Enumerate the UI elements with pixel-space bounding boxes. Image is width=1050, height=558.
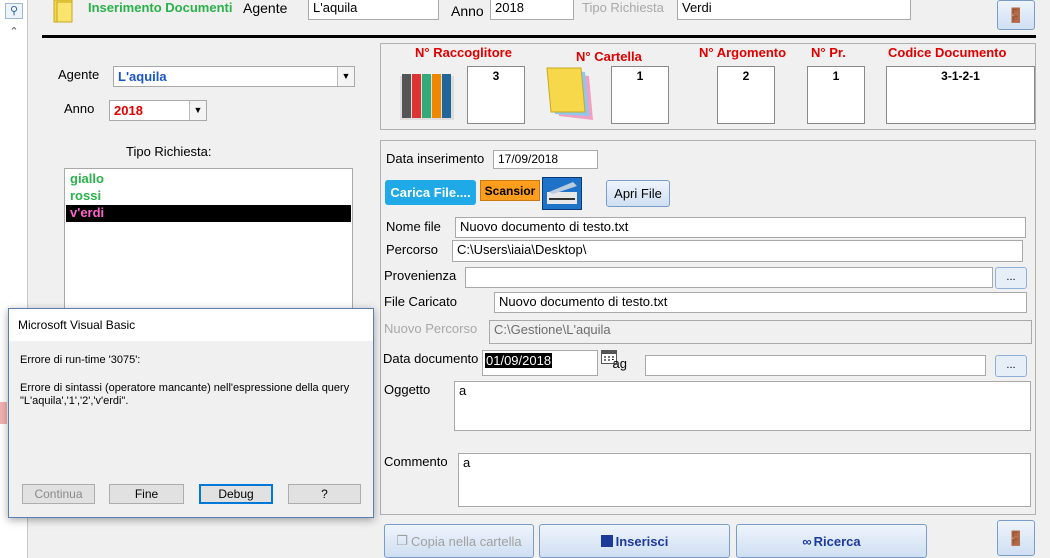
oggetto-field[interactable]: a xyxy=(454,381,1031,431)
tag-field[interactable] xyxy=(645,355,986,376)
oggetto-label: Oggetto xyxy=(384,382,431,397)
anno-combo[interactable]: 2018 ▼ xyxy=(109,100,207,121)
apri-file-button[interactable]: Apri File xyxy=(606,180,670,207)
cartella-label: N° Cartella xyxy=(576,49,642,64)
nome-file-label: Nome file xyxy=(386,219,441,234)
document-icon xyxy=(48,0,78,24)
exit-door-icon: 🚪 xyxy=(1007,6,1025,23)
fine-button[interactable]: Fine xyxy=(109,484,184,504)
search-icon[interactable]: ⚲ xyxy=(5,3,23,19)
exit-button-bottom[interactable]: 🚪 xyxy=(997,520,1035,556)
codice-value[interactable]: 3-1-2-1 xyxy=(886,66,1035,124)
list-item[interactable]: rossi xyxy=(66,188,351,205)
data-documento-field[interactable]: 01/09/2018 xyxy=(482,350,598,376)
nuovo-percorso-field: C:\Gestione\L'aquila xyxy=(489,320,1032,344)
binoculars-icon: ∞ xyxy=(802,533,812,549)
tag-browse-button[interactable]: ... xyxy=(995,355,1027,377)
exit-button-top[interactable]: 🚪 xyxy=(997,0,1035,30)
copia-cartella-button: ❐ Copia nella cartella xyxy=(384,524,534,558)
data-inserimento-label: Data inserimento xyxy=(386,151,485,166)
dialog-message-2: "L'aquila','1','2','v'erdi". xyxy=(20,395,129,407)
header-anno-field[interactable]: 2018 xyxy=(490,0,574,20)
data-documento-label: Data documento xyxy=(383,351,479,366)
anno-label: Anno xyxy=(64,101,95,116)
agente-label: Agente xyxy=(58,67,100,82)
commento-label: Commento xyxy=(384,454,448,469)
argomento-value[interactable]: 2 xyxy=(717,66,775,124)
chevron-down-icon[interactable]: ▼ xyxy=(189,101,206,120)
ricerca-button[interactable]: ∞ Ricerca xyxy=(736,524,927,558)
header-divider xyxy=(42,35,1036,38)
scanner-icon[interactable] xyxy=(542,177,582,210)
dialog-title: Microsoft Visual Basic xyxy=(18,318,136,332)
commento-field[interactable]: a xyxy=(458,453,1031,507)
debug-button[interactable]: Debug xyxy=(199,484,273,504)
folder-icon xyxy=(543,66,601,124)
dialog-titlebar[interactable]: Microsoft Visual Basic xyxy=(9,309,373,341)
chevron-down-icon[interactable]: ▼ xyxy=(337,67,354,86)
tag-label: Tag xyxy=(612,356,627,371)
provenienza-label: Provenienza xyxy=(384,268,457,283)
help-button[interactable]: ? xyxy=(288,484,361,504)
codice-label: Codice Documento xyxy=(888,45,1007,60)
page-title: Inserimento Documenti xyxy=(88,0,233,15)
scansior-button[interactable]: Scansior xyxy=(480,180,540,201)
provenienza-browse-button[interactable]: ... xyxy=(995,267,1027,289)
raccoglitore-label: N° Raccoglitore xyxy=(415,45,512,60)
file-caricato-label: File Caricato xyxy=(384,294,457,309)
cartella-value[interactable]: 1 xyxy=(611,66,669,124)
provenienza-field[interactable] xyxy=(465,267,993,288)
percorso-label: Percorso xyxy=(386,242,439,257)
error-dialog: Microsoft Visual Basic Errore di run-tim… xyxy=(8,308,374,518)
save-icon xyxy=(600,535,613,547)
list-item-selected[interactable]: v'erdi xyxy=(66,205,351,222)
tipo-richiesta-label: Tipo Richiesta: xyxy=(126,144,212,159)
nome-file-field[interactable]: Nuovo documento di testo.txt xyxy=(455,217,1026,238)
nuovo-percorso-label: Nuovo Percorso xyxy=(384,321,478,336)
raccoglitore-value[interactable]: 3 xyxy=(467,66,525,124)
pr-label: N° Pr. xyxy=(811,45,846,60)
header-tipo-label: Tipo Richiesta xyxy=(582,0,664,15)
header-tipo-field[interactable]: Verdi xyxy=(677,0,911,20)
header-anno-label: Anno xyxy=(451,3,484,19)
exit-door-icon: 🚪 xyxy=(1007,529,1025,546)
inserisci-button[interactable]: Inserisci xyxy=(539,524,730,558)
tipo-richiesta-list[interactable]: giallo rossi v'erdi xyxy=(64,168,353,313)
dialog-error-line: Errore di run-time '3075': xyxy=(20,354,141,366)
data-inserimento-field[interactable]: 17/09/2018 xyxy=(493,150,598,169)
pr-value[interactable]: 1 xyxy=(807,66,865,124)
collapse-up-icon[interactable]: ⌃ xyxy=(6,25,22,38)
marker xyxy=(0,402,7,424)
header-agente-field[interactable]: L'aquila xyxy=(308,0,439,20)
binders-icon xyxy=(398,66,456,124)
dialog-message-1: Errore di sintassi (operatore mancante) … xyxy=(20,382,350,394)
list-item[interactable]: giallo xyxy=(66,171,351,188)
agente-combo[interactable]: L'aquila ▼ xyxy=(113,66,355,87)
carica-file-button[interactable]: Carica File.... xyxy=(385,180,476,205)
percorso-field[interactable]: C:\Users\iaia\Desktop\ xyxy=(452,240,1023,262)
file-caricato-field[interactable]: Nuovo documento di testo.txt xyxy=(494,292,1027,313)
continua-button: Continua xyxy=(22,484,95,504)
argomento-label: N° Argomento xyxy=(699,45,787,60)
header-agente-label: Agente xyxy=(243,0,288,16)
copy-icon: ❐ xyxy=(396,533,409,548)
